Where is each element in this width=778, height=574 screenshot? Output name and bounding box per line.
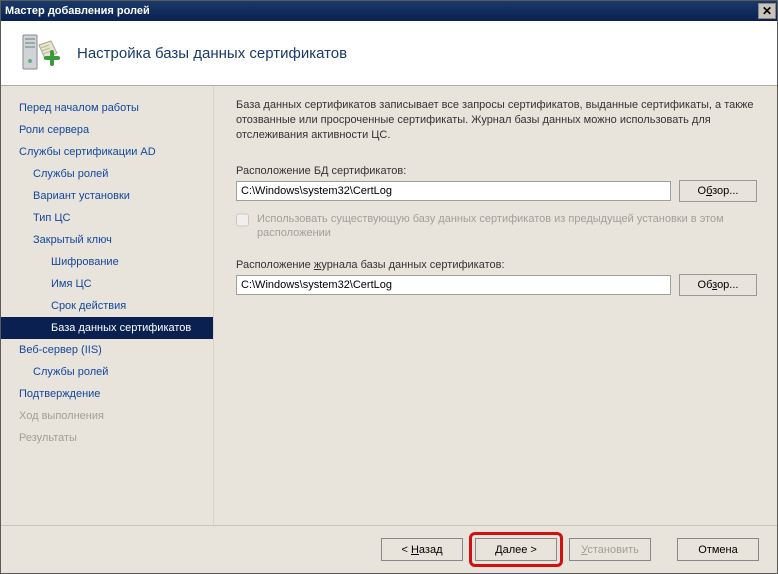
log-location-input[interactable] [236, 275, 671, 295]
db-location-input[interactable] [236, 181, 671, 201]
next-button[interactable]: Далее > [475, 538, 557, 561]
titlebar: Мастер добавления ролей ✕ [1, 1, 777, 21]
nav-item-1[interactable]: Роли сервера [1, 119, 213, 141]
nav-item-15: Результаты [1, 427, 213, 449]
install-button: Установить [569, 538, 651, 561]
close-icon: ✕ [762, 4, 772, 18]
server-role-icon [19, 31, 63, 75]
reuse-checkbox-label: Использовать существующую базу данных се… [257, 212, 757, 242]
window-title: Мастер добавления ролей [5, 5, 150, 17]
db-browse-button[interactable]: Обзор... [679, 180, 757, 202]
log-location-label: Расположение журнала базы данных сертифи… [236, 259, 757, 271]
nav-item-10[interactable]: База данных сертификатов [1, 317, 213, 339]
wizard-header: Настройка базы данных сертификатов [1, 21, 777, 86]
description-text: База данных сертификатов записывает все … [236, 98, 757, 143]
reuse-checkbox-row: Использовать существующую базу данных се… [236, 212, 757, 242]
nav-item-0[interactable]: Перед началом работы [1, 97, 213, 119]
nav-item-11[interactable]: Веб-сервер (IIS) [1, 339, 213, 361]
nav-item-6[interactable]: Закрытый ключ [1, 229, 213, 251]
cancel-button[interactable]: Отмена [677, 538, 759, 561]
body-area: Перед началом работыРоли сервераСлужбы с… [1, 86, 777, 525]
nav-item-13[interactable]: Подтверждение [1, 383, 213, 405]
wizard-window: Мастер добавления ролей ✕ Настройка базы… [0, 0, 778, 574]
nav-item-2[interactable]: Службы сертификации AD [1, 141, 213, 163]
nav-item-8[interactable]: Имя ЦС [1, 273, 213, 295]
close-button[interactable]: ✕ [758, 3, 776, 19]
log-browse-button[interactable]: Обзор... [679, 274, 757, 296]
page-title: Настройка базы данных сертификатов [77, 45, 347, 62]
sidebar-nav: Перед началом работыРоли сервераСлужбы с… [1, 86, 214, 525]
reuse-checkbox [236, 213, 249, 227]
next-button-highlight: Далее > [469, 532, 563, 567]
content-panel: База данных сертификатов записывает все … [214, 86, 777, 525]
nav-item-12[interactable]: Службы ролей [1, 361, 213, 383]
back-button[interactable]: < Назад [381, 538, 463, 561]
nav-item-7[interactable]: Шифрование [1, 251, 213, 273]
nav-item-4[interactable]: Вариант установки [1, 185, 213, 207]
nav-item-9[interactable]: Срок действия [1, 295, 213, 317]
footer-buttons: < Назад Далее > Установить Отмена [1, 525, 777, 573]
db-location-row: Обзор... [236, 180, 757, 202]
nav-item-3[interactable]: Службы ролей [1, 163, 213, 185]
db-location-label: Расположение БД сертификатов: [236, 165, 757, 177]
nav-item-14: Ход выполнения [1, 405, 213, 427]
log-location-row: Обзор... [236, 274, 757, 296]
nav-item-5[interactable]: Тип ЦС [1, 207, 213, 229]
